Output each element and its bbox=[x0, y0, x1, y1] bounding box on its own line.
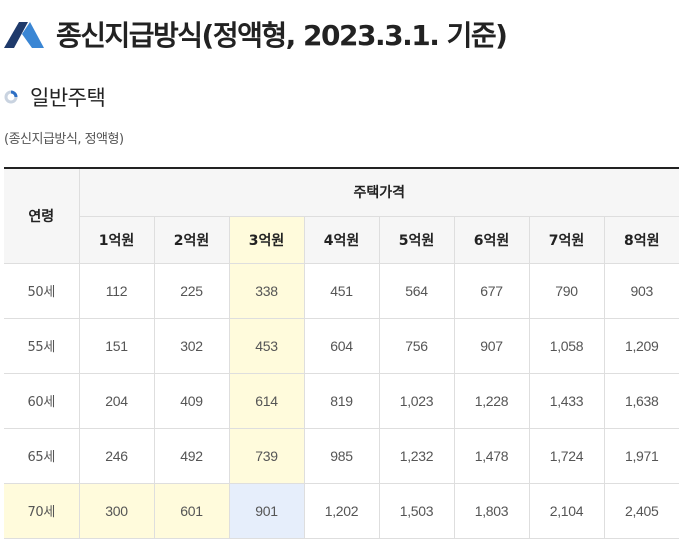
value-cell: 1,803 bbox=[454, 483, 530, 539]
value-cell-intersection: 901 bbox=[229, 483, 305, 539]
value-cell: 1,971 bbox=[604, 428, 679, 484]
value-cell: 1,232 bbox=[379, 428, 455, 484]
value-cell: 204 bbox=[79, 373, 155, 429]
column-header-highlighted: 3억원 bbox=[229, 216, 305, 264]
table-caption: (종신지급방식, 정액형) bbox=[4, 132, 124, 147]
column-header: 5억원 bbox=[379, 216, 455, 264]
pension-table: 연령 주택가격 1억원 2억원 3억원 4억원 5억원 6억원 7억원 8억원 … bbox=[4, 167, 679, 539]
value-cell: 564 bbox=[379, 263, 455, 319]
value-cell: 907 bbox=[454, 318, 530, 374]
age-cell: 65세 bbox=[4, 428, 80, 484]
section-header: 일반주택 bbox=[4, 82, 106, 112]
value-cell: 604 bbox=[304, 318, 380, 374]
age-cell: 70세 bbox=[4, 483, 80, 539]
column-header: 1억원 bbox=[79, 216, 155, 264]
value-cell: 151 bbox=[79, 318, 155, 374]
value-cell: 677 bbox=[454, 263, 530, 319]
table-row-highlighted: 70세 300 601 901 1,202 1,503 1,803 2,104 … bbox=[4, 483, 679, 539]
value-cell: 492 bbox=[154, 428, 230, 484]
value-cell: 1,023 bbox=[379, 373, 455, 429]
table-row: 60세 204 409 614 819 1,023 1,228 1,433 1,… bbox=[4, 373, 679, 429]
value-cell: 225 bbox=[154, 263, 230, 319]
value-cell: 451 bbox=[304, 263, 380, 319]
value-cell: 409 bbox=[154, 373, 230, 429]
value-cell: 1,209 bbox=[604, 318, 679, 374]
value-cell: 1,503 bbox=[379, 483, 455, 539]
value-cell: 819 bbox=[304, 373, 380, 429]
age-cell: 55세 bbox=[4, 318, 80, 374]
value-cell: 2,104 bbox=[529, 483, 605, 539]
column-header: 2억원 bbox=[154, 216, 230, 264]
age-cell: 50세 bbox=[4, 263, 80, 319]
value-cell: 1,202 bbox=[304, 483, 380, 539]
value-cell: 903 bbox=[604, 263, 679, 319]
age-cell: 60세 bbox=[4, 373, 80, 429]
header-row-top: 연령 주택가격 bbox=[4, 167, 679, 264]
value-cell: 302 bbox=[154, 318, 230, 374]
page-header: 종신지급방식(정액형, 2023.3.1. 기준) bbox=[4, 12, 508, 56]
value-cell: 1,433 bbox=[529, 373, 605, 429]
triangle-logo-icon bbox=[4, 22, 44, 48]
price-header: 주택가격 bbox=[79, 167, 679, 217]
value-cell: 601 bbox=[154, 483, 230, 539]
age-header: 연령 bbox=[4, 167, 80, 264]
column-header: 7억원 bbox=[529, 216, 605, 264]
value-cell: 300 bbox=[79, 483, 155, 539]
table-row: 55세 151 302 453 604 756 907 1,058 1,209 bbox=[4, 318, 679, 374]
value-cell: 2,405 bbox=[604, 483, 679, 539]
value-cell: 453 bbox=[229, 318, 305, 374]
value-cell: 1,638 bbox=[604, 373, 679, 429]
section-title: 일반주택 bbox=[30, 86, 106, 110]
value-cell: 1,058 bbox=[529, 318, 605, 374]
table-row: 65세 246 492 739 985 1,232 1,478 1,724 1,… bbox=[4, 428, 679, 484]
header-row-columns: 1억원 2억원 3억원 4억원 5억원 6억원 7억원 8억원 bbox=[4, 216, 679, 264]
value-cell: 1,478 bbox=[454, 428, 530, 484]
ring-bullet-icon bbox=[4, 90, 18, 104]
value-cell: 1,724 bbox=[529, 428, 605, 484]
value-cell: 756 bbox=[379, 318, 455, 374]
table-row: 50세 112 225 338 451 564 677 790 903 bbox=[4, 263, 679, 319]
column-header: 6억원 bbox=[454, 216, 530, 264]
value-cell: 112 bbox=[79, 263, 155, 319]
value-cell: 985 bbox=[304, 428, 380, 484]
value-cell: 739 bbox=[229, 428, 305, 484]
value-cell: 246 bbox=[79, 428, 155, 484]
value-cell: 614 bbox=[229, 373, 305, 429]
column-header: 8억원 bbox=[604, 216, 679, 264]
column-header: 4억원 bbox=[304, 216, 380, 264]
value-cell: 790 bbox=[529, 263, 605, 319]
value-cell: 338 bbox=[229, 263, 305, 319]
page-title: 종신지급방식(정액형, 2023.3.1. 기준) bbox=[56, 19, 508, 52]
value-cell: 1,228 bbox=[454, 373, 530, 429]
